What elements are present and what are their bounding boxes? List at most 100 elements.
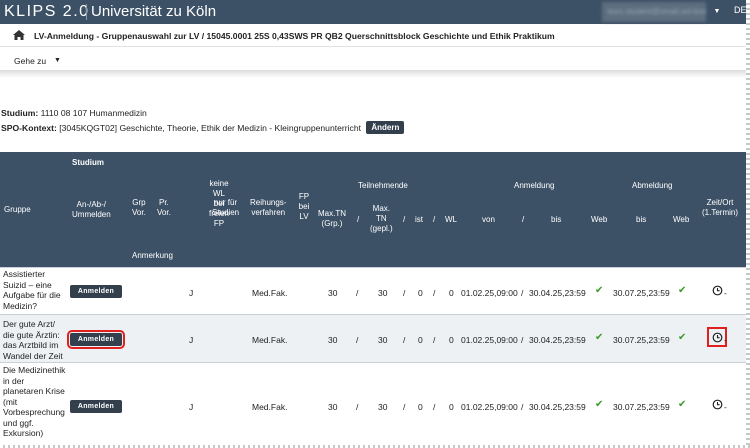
torn-edge-right bbox=[746, 0, 750, 448]
max-tn-grp-value: 30 bbox=[328, 402, 338, 412]
col-studium: Studium bbox=[72, 158, 104, 167]
col-reg-to: bis bbox=[551, 215, 562, 224]
study-value: 1110 08 107 Humanmedizin bbox=[40, 108, 147, 118]
table-row: Der gute Arzt/ die gute Ärztin: das Arzt… bbox=[0, 314, 750, 362]
wl-value: 0 bbox=[449, 402, 454, 412]
user-menu-caret-icon[interactable]: ▼ bbox=[706, 2, 728, 22]
check-icon: ✔ bbox=[678, 399, 687, 410]
slash: / bbox=[521, 335, 524, 345]
reg-to-value: 30.04.25,23:59 bbox=[529, 335, 586, 345]
no-wl-value: J bbox=[189, 288, 194, 298]
ranking-value: Med.Fak. bbox=[252, 335, 288, 345]
col-reg-from: von bbox=[482, 215, 495, 224]
col-time-place: Zeit/Ort (1.Termin) bbox=[702, 198, 739, 217]
no-wl-value: J bbox=[189, 335, 194, 345]
reg-from-value: 01.02.25,09:00 bbox=[461, 402, 518, 412]
spo-value: [3045KQGT02] Geschichte, Theorie, Ethik … bbox=[59, 123, 361, 133]
user-email[interactable]: kurs.student@smail.uni-koeln.de bbox=[602, 2, 706, 22]
study-label: Studium: bbox=[1, 108, 39, 118]
wl-value: 0 bbox=[449, 288, 454, 298]
clock-icon[interactable] bbox=[712, 285, 723, 299]
caret-down-icon[interactable]: ▼ bbox=[54, 57, 61, 64]
slash: / bbox=[403, 402, 406, 412]
check-icon: ✔ bbox=[678, 332, 687, 343]
no-wl-value: J bbox=[189, 402, 194, 412]
goto-menu[interactable]: Gehe zu bbox=[14, 56, 46, 66]
reg-from-value: 01.02.25,09:00 bbox=[461, 335, 518, 345]
reg-to-value: 30.04.25,23:59 bbox=[529, 402, 586, 412]
register-button[interactable]: Anmelden bbox=[67, 330, 125, 349]
col-max-tn-planned: Max. TN (gepl.) bbox=[370, 204, 393, 233]
col-fp-lv: FP bei LV bbox=[298, 192, 310, 221]
max-tn-grp-value: 30 bbox=[328, 288, 338, 298]
col-wl: WL bbox=[445, 215, 457, 224]
time-place-value: - bbox=[724, 335, 727, 345]
register-button[interactable]: Anmelden bbox=[70, 400, 122, 413]
ist-value: 0 bbox=[418, 288, 423, 298]
table-header: Gruppe Studium An-/Ab-/ Ummelden Grp Vor… bbox=[0, 152, 750, 267]
col-pr-vor: Pr. Vor. bbox=[157, 198, 171, 217]
clock-icon[interactable] bbox=[712, 332, 723, 346]
slash: / bbox=[403, 288, 406, 298]
klips-logo[interactable]: KLIPS 2.0 bbox=[4, 3, 90, 21]
reg-to-value: 30.04.25,23:59 bbox=[529, 288, 586, 298]
top-bar: KLIPS 2.0 Universität zu Köln kurs.stude… bbox=[0, 0, 750, 24]
max-tn-planned-value: 30 bbox=[378, 335, 388, 345]
time-place-value: - bbox=[724, 402, 727, 412]
col-only-students: nur für Studien bbox=[212, 198, 240, 217]
slash: / bbox=[433, 335, 436, 345]
col-ranking: Reihungs- verfahren bbox=[250, 198, 287, 217]
change-button[interactable]: Ändern bbox=[366, 121, 405, 134]
check-icon: ✔ bbox=[595, 399, 604, 410]
check-icon: ✔ bbox=[595, 332, 604, 343]
col-registration: Anmeldung bbox=[514, 181, 555, 190]
ranking-value: Med.Fak. bbox=[252, 402, 288, 412]
reg-from-value: 01.02.25,09:00 bbox=[461, 288, 518, 298]
group-name: Der gute Arzt/ die gute Ärztin: das Arzt… bbox=[3, 319, 63, 361]
check-icon: ✔ bbox=[678, 285, 687, 296]
header-shadow bbox=[0, 70, 750, 78]
col-max-tn-grp: Max.TN (Grp.) bbox=[318, 209, 346, 228]
check-icon: ✔ bbox=[595, 285, 604, 296]
slash: / bbox=[403, 335, 406, 345]
col-slash-1: / bbox=[357, 215, 360, 224]
col-register-action: An-/Ab-/ Ummelden bbox=[72, 200, 111, 219]
slash: / bbox=[356, 402, 359, 412]
study-info: Studium: 1110 08 107 Humanmedizin bbox=[1, 108, 147, 118]
slash: / bbox=[521, 288, 524, 298]
register-button[interactable]: Anmelden bbox=[70, 285, 122, 298]
spo-label: SPO-Kontext: bbox=[1, 123, 57, 133]
home-icon[interactable] bbox=[13, 30, 25, 42]
spo-context: SPO-Kontext: [3045KQGT02] Geschichte, Th… bbox=[1, 121, 405, 134]
ist-value: 0 bbox=[418, 335, 423, 345]
col-dereg-to: bis bbox=[636, 215, 647, 224]
ranking-value: Med.Fak. bbox=[252, 288, 288, 298]
ist-value: 0 bbox=[418, 402, 423, 412]
wl-value: 0 bbox=[449, 335, 454, 345]
slash: / bbox=[356, 335, 359, 345]
table-row: Die Medizinethik in der planetaren Krise… bbox=[0, 362, 750, 448]
col-ist: ist bbox=[415, 215, 423, 224]
col-slash-2: / bbox=[403, 215, 406, 224]
col-slash-4: / bbox=[522, 215, 525, 224]
col-group: Gruppe bbox=[4, 205, 31, 214]
col-participants: Teilnehmende bbox=[358, 181, 408, 190]
col-dereg-web: Web bbox=[673, 215, 690, 224]
dereg-to-value: 30.07.25,23:59 bbox=[613, 402, 670, 412]
col-deregistration: Abmeldung bbox=[632, 181, 673, 190]
max-tn-planned-value: 30 bbox=[378, 288, 388, 298]
col-reg-web: Web bbox=[591, 215, 608, 224]
page-title: LV-Anmeldung - Gruppenauswahl zur LV / 1… bbox=[34, 31, 555, 41]
university-name: Universität zu Köln bbox=[91, 3, 217, 20]
col-slash-3: / bbox=[433, 215, 436, 224]
col-annotation: Anmerkung bbox=[132, 251, 173, 260]
dereg-to-value: 30.07.25,23:59 bbox=[613, 335, 670, 345]
slash: / bbox=[521, 402, 524, 412]
user-initials[interactable]: DE bbox=[734, 5, 747, 15]
table-row: Assistierter Suizid – eine Aufgabe für d… bbox=[0, 267, 750, 314]
clock-icon[interactable] bbox=[712, 399, 723, 413]
logo-divider bbox=[86, 4, 87, 20]
time-place-value: - bbox=[724, 288, 727, 298]
slash: / bbox=[356, 288, 359, 298]
max-tn-grp-value: 30 bbox=[328, 335, 338, 345]
